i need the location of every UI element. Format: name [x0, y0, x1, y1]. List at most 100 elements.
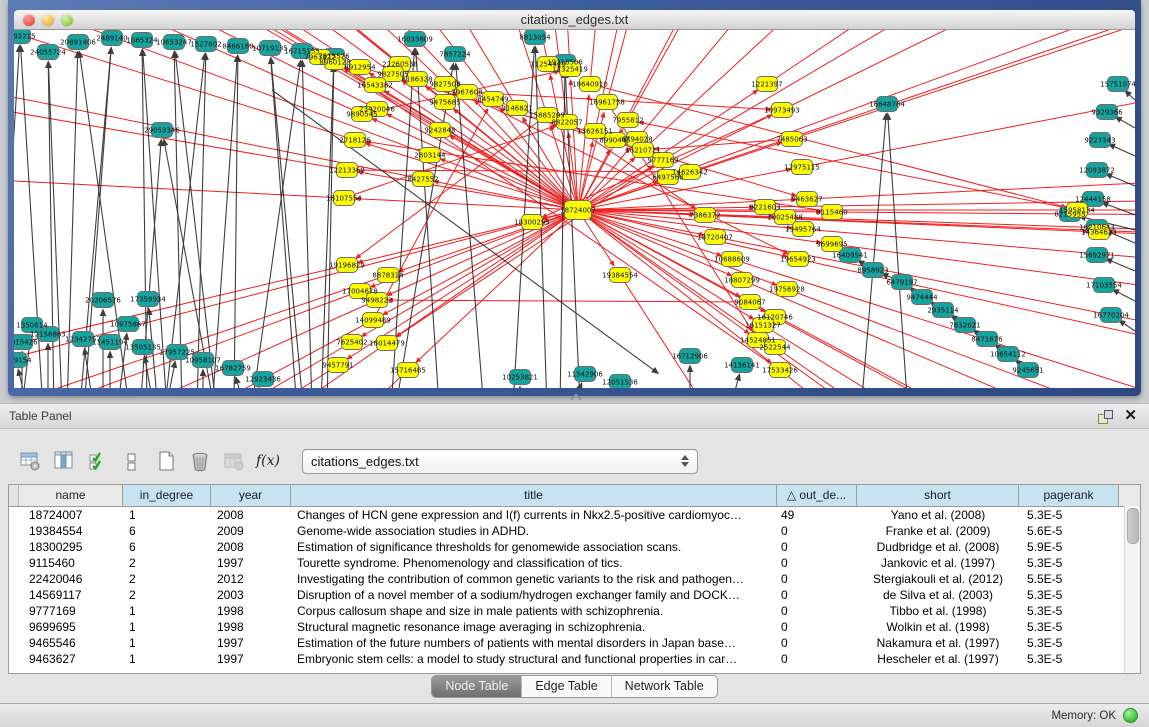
table-row[interactable]: 1456911722003Disruption of a novel membe… — [9, 587, 1140, 603]
tab-network-table[interactable]: Network Table — [611, 676, 717, 697]
svg-text:17957225: 17957225 — [159, 349, 195, 357]
svg-text:6794028: 6794028 — [621, 136, 652, 144]
svg-text:11542906: 11542906 — [567, 371, 603, 379]
svg-text:12156863: 12156863 — [30, 331, 66, 339]
svg-text:10975867: 10975867 — [110, 321, 146, 329]
svg-text:12975115: 12975115 — [784, 164, 820, 172]
table-cell: 0 — [777, 555, 857, 571]
memory-status-indicator[interactable] — [1123, 708, 1138, 723]
table-cell: Dudbridge et al. (2008) — [857, 539, 1019, 555]
show-columns-icon[interactable] — [50, 447, 78, 475]
table-cell: 49 — [777, 507, 857, 523]
svg-text:9242848: 9242848 — [424, 127, 455, 135]
svg-text:14099489: 14099489 — [355, 317, 391, 325]
svg-text:9227343: 9227343 — [1084, 137, 1115, 145]
new-table-icon[interactable] — [152, 447, 180, 475]
dropdown-arrows-icon — [681, 455, 689, 467]
svg-text:8454749: 8454749 — [477, 96, 508, 104]
table-settings-icon[interactable] — [16, 447, 44, 475]
table-cell: 0 — [777, 603, 857, 619]
table-row[interactable]: 946554611997Estimation of the future num… — [9, 635, 1140, 651]
table-row[interactable]: 946362711997Embryonic stem cells: a mode… — [9, 651, 1140, 667]
column-header-out_de[interactable]: △ out_de... — [777, 485, 857, 506]
function-builder-icon[interactable]: f(x) — [254, 447, 282, 475]
table-cell: Embryonic stem cells: a model to study s… — [291, 651, 777, 667]
table-cell: Corpus callosum shape and size in male p… — [291, 603, 777, 619]
table-row[interactable]: 1872400712008Changes of HCN gene express… — [9, 507, 1140, 523]
svg-text:8471676: 8471676 — [971, 336, 1003, 344]
select-all-icon[interactable] — [84, 447, 112, 475]
table-cell: 1998 — [211, 619, 291, 635]
table-cell: 2009 — [211, 523, 291, 539]
svg-text:16014479: 16014479 — [369, 340, 405, 348]
svg-text:10973493: 10973493 — [764, 107, 800, 115]
table-row[interactable]: 977716911998Corpus callosum shape and si… — [9, 603, 1140, 619]
column-header-short[interactable]: short — [857, 485, 1019, 506]
table-cell: 5.3E-5 — [1019, 619, 1119, 635]
table-cell: 18300295 — [19, 539, 123, 555]
column-header-in_degree[interactable]: in_degree — [123, 485, 211, 506]
svg-text:2492215: 2492215 — [14, 33, 36, 41]
table-vertical-scrollbar[interactable] — [1124, 506, 1140, 673]
table-cell: 9699695 — [19, 619, 123, 635]
table-row[interactable]: 2242004622012Investigating the contribut… — [9, 571, 1140, 587]
svg-text:7386372: 7386372 — [689, 212, 720, 220]
float-panel-icon[interactable] — [1098, 410, 1112, 423]
table-row[interactable]: 1938455462009Genome-wide association stu… — [9, 523, 1140, 539]
table-row[interactable]: 1830029562008Estimation of significance … — [9, 539, 1140, 555]
svg-text:15692971: 15692971 — [1079, 252, 1115, 260]
tab-node-table[interactable]: Node Table — [432, 676, 521, 697]
svg-text:10253821: 10253821 — [502, 374, 538, 382]
scrollbar-thumb[interactable] — [1127, 508, 1139, 544]
row-header-gutter — [9, 485, 19, 506]
table-cell: Estimation of significance thresholds fo… — [291, 539, 777, 555]
table-cell: 9465546 — [19, 635, 123, 651]
svg-text:9474444: 9474444 — [906, 294, 938, 302]
column-header-pagerank[interactable]: pagerank — [1019, 485, 1119, 506]
svg-text:7485063: 7485063 — [776, 136, 807, 144]
table-cell: 1 — [123, 603, 211, 619]
table-panel: Table Panel ✕ f(x) citat — [0, 403, 1149, 703]
table-row[interactable]: 911546021997Tourette syndrome. Phenomeno… — [9, 555, 1140, 571]
table-selector-dropdown[interactable]: citations_edges.txt — [302, 449, 698, 474]
table-cell: 1997 — [211, 635, 291, 651]
delete-entries-icon[interactable] — [186, 447, 214, 475]
minimize-window-button[interactable] — [42, 14, 54, 26]
table-cell: 5.5E-5 — [1019, 571, 1119, 587]
clear-selection-icon[interactable] — [118, 447, 146, 475]
svg-text:2718126: 2718126 — [339, 137, 371, 145]
close-window-button[interactable] — [23, 14, 35, 26]
column-header-name[interactable]: name — [19, 485, 123, 506]
table-cell: Investigating the contribution of common… — [291, 571, 777, 587]
table-row[interactable]: 969969511998Structural magnetic resonanc… — [9, 619, 1140, 635]
zoom-window-button[interactable] — [61, 14, 73, 26]
column-header-title[interactable]: title — [291, 485, 777, 506]
svg-text:17103554: 17103554 — [1086, 282, 1122, 290]
svg-text:16151327: 16151327 — [745, 322, 781, 330]
svg-text:2319154: 2319154 — [14, 357, 32, 365]
tab-edge-table[interactable]: Edge Table — [521, 676, 610, 697]
svg-text:20206576: 20206576 — [85, 297, 121, 305]
window-titlebar[interactable]: citations_edges.txt — [14, 10, 1135, 30]
citation-network-graph[interactable]: 2492215240557242089140624891401065324106… — [14, 30, 1135, 388]
svg-text:19654923: 19654923 — [780, 256, 816, 264]
column-header-year[interactable]: year — [211, 485, 291, 506]
table-cell: 0 — [777, 587, 857, 603]
delete-table-icon[interactable] — [220, 447, 248, 475]
table-mode-tabs: Node TableEdge TableNetwork Table — [431, 675, 717, 698]
svg-text:12342757: 12342757 — [65, 336, 101, 344]
close-panel-icon[interactable]: ✕ — [1124, 409, 1137, 423]
svg-text:8466160: 8466160 — [222, 43, 253, 51]
table-panel-titlebar[interactable]: Table Panel ✕ — [0, 403, 1149, 429]
svg-text:16033809: 16033809 — [397, 36, 433, 44]
svg-text:19196829: 19196829 — [329, 262, 365, 270]
svg-text:12325419: 12325419 — [552, 66, 588, 74]
table-cell: 5.9E-5 — [1019, 539, 1119, 555]
network-view-canvas[interactable]: 2492215240557242089140624891401065324106… — [14, 30, 1135, 388]
table-cell: 2012 — [211, 571, 291, 587]
svg-text:16782759: 16782759 — [215, 365, 251, 373]
table-cell: 1 — [123, 651, 211, 667]
svg-text:14364623: 14364623 — [1081, 229, 1117, 237]
table-cell: 1 — [123, 507, 211, 523]
collapse-panel-handle[interactable] — [568, 394, 582, 402]
